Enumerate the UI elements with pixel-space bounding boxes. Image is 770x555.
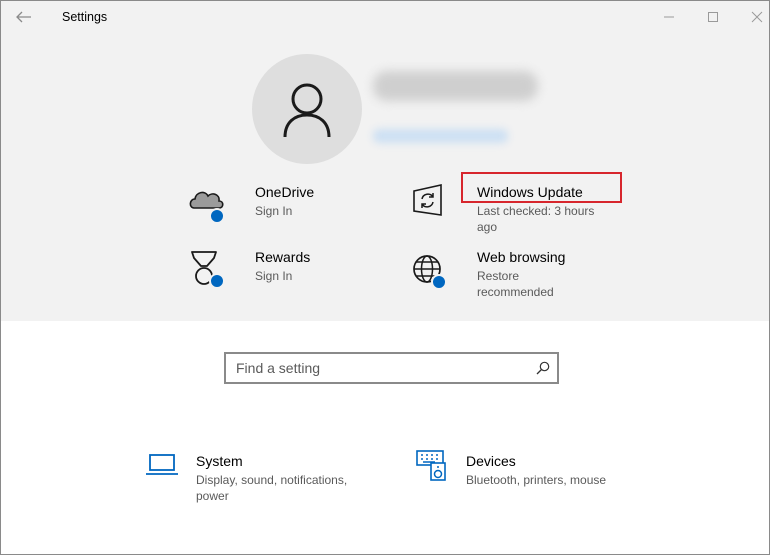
back-arrow-icon xyxy=(16,11,31,23)
category-system[interactable]: System Display, sound, notifications, po… xyxy=(145,449,375,509)
tile-subtitle: Sign In xyxy=(255,269,293,283)
category-subtitle: Display, sound, notifications, power xyxy=(196,473,348,503)
globe-icon xyxy=(411,246,451,290)
tile-title: OneDrive xyxy=(255,184,315,200)
tile-title: Web browsing xyxy=(477,249,566,265)
status-dot xyxy=(431,274,447,290)
category-devices[interactable]: Devices Bluetooth, printers, mouse xyxy=(415,449,645,509)
laptop-icon xyxy=(145,451,179,484)
category-subtitle: Bluetooth, printers, mouse xyxy=(466,473,607,487)
tile-subtitle: Last checked: 3 hours ago xyxy=(477,204,595,234)
maximize-icon xyxy=(708,12,718,22)
status-dot xyxy=(209,208,225,224)
account-header xyxy=(1,1,769,321)
account-link-blurred[interactable] xyxy=(373,129,508,143)
tile-web-browsing[interactable]: Web browsing Restore recommended xyxy=(411,246,611,306)
category-title: Devices xyxy=(466,453,516,469)
minimize-button[interactable] xyxy=(657,5,681,29)
tile-subtitle: Restore recommended xyxy=(477,269,554,299)
window-title: Settings xyxy=(62,10,108,24)
onedrive-cloud-icon xyxy=(189,181,229,224)
windows-update-icon xyxy=(411,181,451,221)
settings-window: Settings OneDrive Sign In Windows Update… xyxy=(0,0,770,555)
title-bar: Settings xyxy=(1,1,769,33)
category-title: System xyxy=(196,453,243,469)
close-button[interactable] xyxy=(745,5,769,29)
back-button[interactable] xyxy=(11,6,37,28)
windows-update-highlight xyxy=(461,172,622,203)
tile-onedrive[interactable]: OneDrive Sign In xyxy=(189,181,359,241)
minimize-icon xyxy=(664,16,674,18)
search-box[interactable] xyxy=(224,352,559,384)
tile-title: Rewards xyxy=(255,249,311,265)
status-dot xyxy=(209,273,225,289)
maximize-button[interactable] xyxy=(701,5,725,29)
tile-rewards[interactable]: Rewards Sign In xyxy=(189,246,359,306)
account-name-blurred xyxy=(373,71,538,101)
search-input[interactable] xyxy=(226,354,526,382)
close-icon xyxy=(751,11,763,23)
avatar[interactable] xyxy=(252,54,362,164)
user-icon xyxy=(283,83,331,138)
tile-subtitle: Sign In xyxy=(255,204,293,218)
search-icon[interactable] xyxy=(535,360,551,376)
rewards-medal-icon xyxy=(189,246,229,289)
keyboard-speaker-icon xyxy=(415,449,449,486)
